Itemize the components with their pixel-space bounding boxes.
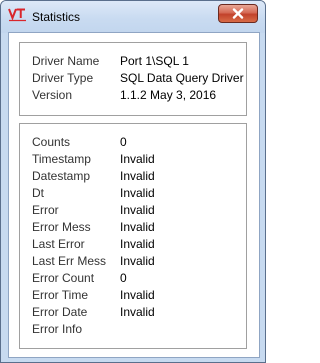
error-mess-label: Error Mess: [32, 220, 91, 234]
dt-label: Dt: [32, 186, 44, 200]
error-value: Invalid: [120, 203, 155, 217]
driver-info-group: Driver Name Port 1\SQL 1 Driver Type SQL…: [19, 42, 247, 116]
counts-label: Counts: [32, 135, 71, 149]
driver-type-label: Driver Type: [32, 71, 94, 85]
statistics-group: Counts 0 Timestamp Invalid Datestamp Inv…: [19, 123, 247, 349]
statistics-window: Statistics Driver Name Port 1\SQL 1 Driv…: [0, 0, 266, 363]
error-time-value: Invalid: [120, 288, 155, 302]
version-label: Version: [32, 88, 73, 102]
error-mess-value: Invalid: [120, 220, 155, 234]
close-button[interactable]: [218, 4, 258, 23]
error-time-label: Error Time: [32, 288, 89, 302]
last-err-mess-value: Invalid: [120, 254, 155, 268]
window-title: Statistics: [32, 10, 81, 24]
driver-type-value: SQL Data Query Driver: [120, 71, 244, 85]
last-error-label: Last Error: [32, 237, 85, 251]
datestamp-label: Datestamp: [32, 169, 91, 183]
dt-value: Invalid: [120, 186, 155, 200]
error-date-value: Invalid: [120, 305, 155, 319]
timestamp-value: Invalid: [120, 152, 155, 166]
driver-name-value: Port 1\SQL 1: [120, 54, 189, 68]
datestamp-value: Invalid: [120, 169, 155, 183]
error-label: Error: [32, 203, 59, 217]
error-info-label: Error Info: [32, 322, 83, 336]
close-icon: [232, 8, 244, 19]
driver-name-label: Driver Name: [32, 54, 100, 68]
window-client-area: Driver Name Port 1\SQL 1 Driver Type SQL…: [8, 32, 260, 358]
last-error-value: Invalid: [120, 237, 155, 251]
error-date-label: Error Date: [32, 305, 88, 319]
timestamp-label: Timestamp: [32, 152, 91, 166]
error-count-label: Error Count: [32, 271, 95, 285]
title-bar[interactable]: Statistics: [1, 1, 265, 33]
last-err-mess-label: Last Err Mess: [32, 254, 107, 268]
error-count-value: 0: [120, 271, 127, 285]
counts-value: 0: [120, 135, 127, 149]
version-value: 1.1.2 May 3, 2016: [120, 88, 217, 102]
app-logo-icon: [8, 7, 28, 23]
